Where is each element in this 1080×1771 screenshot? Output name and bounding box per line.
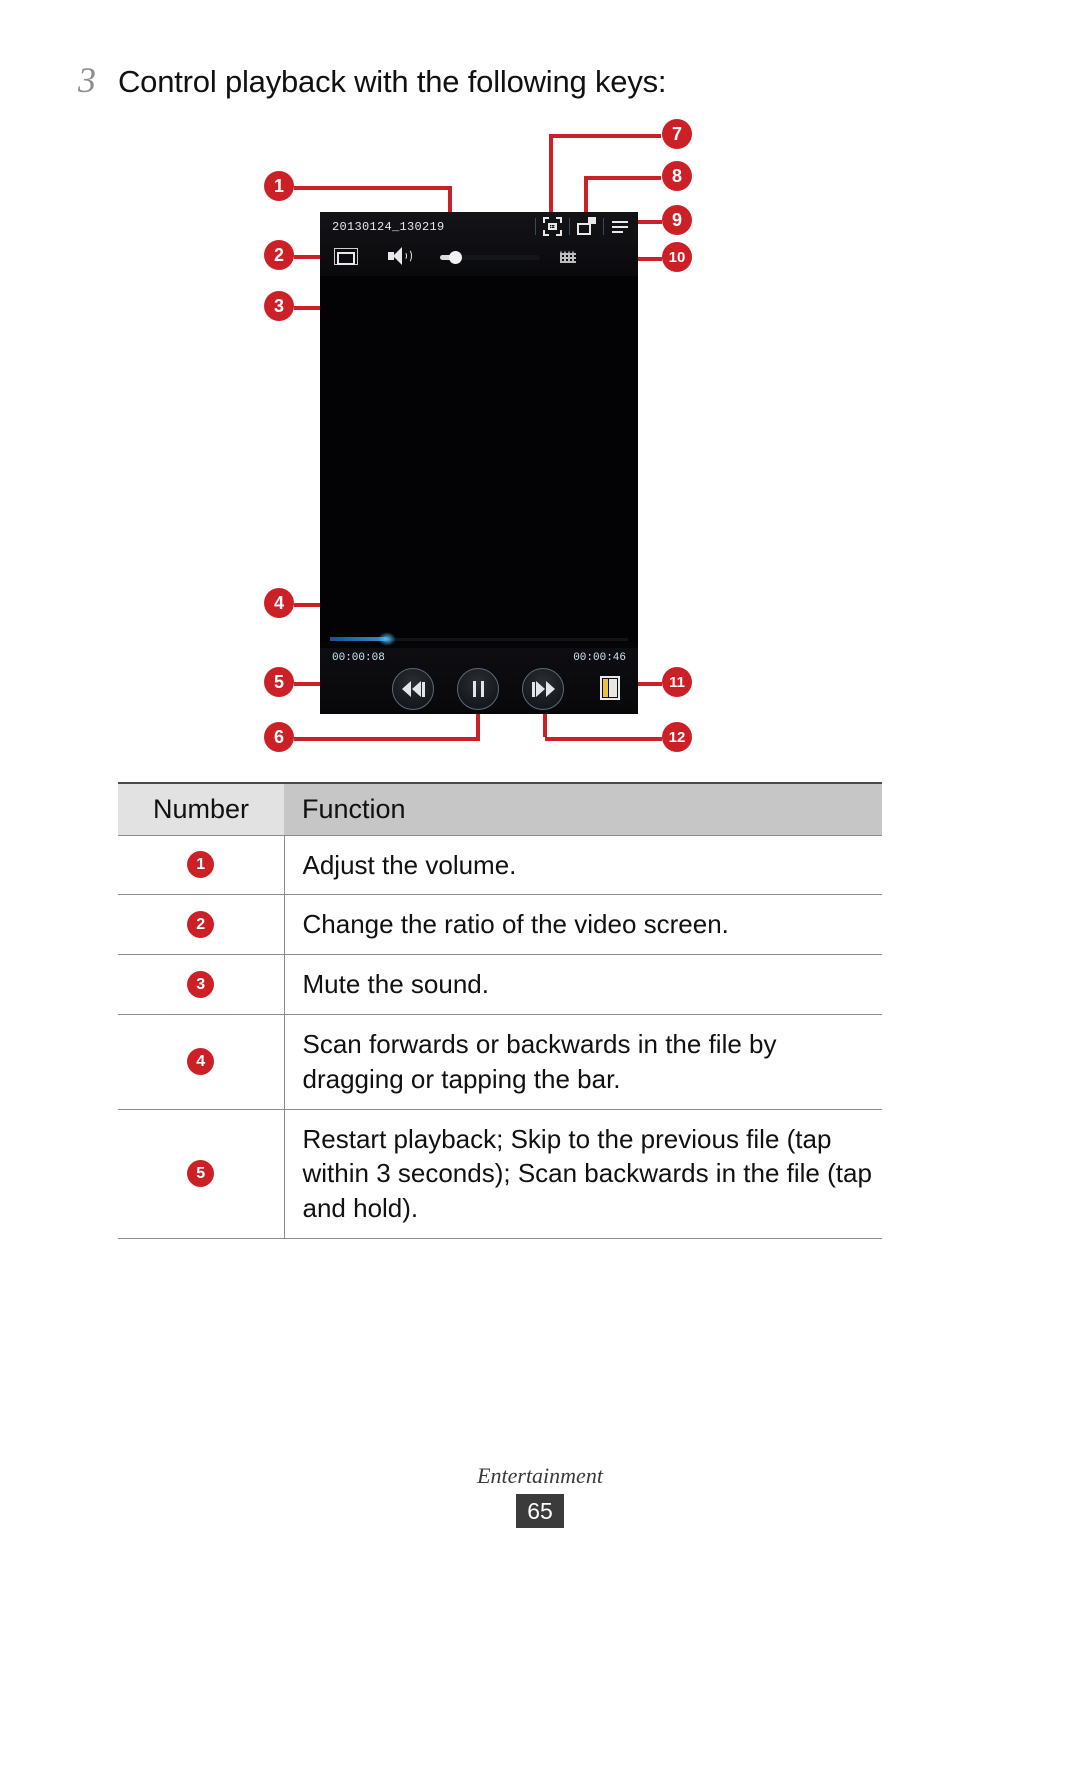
hamburger-menu-icon[interactable] — [611, 217, 630, 236]
callout-4: 4 — [264, 588, 294, 618]
row-callout-badge: 4 — [187, 1048, 215, 1076]
total-time-label: 00:00:46 — [573, 652, 626, 664]
transport-controls — [320, 668, 638, 714]
table-header-number: Number — [118, 782, 284, 836]
skip-next-icon — [531, 681, 555, 697]
row-callout-badge: 3 — [187, 971, 215, 999]
screen-ratio-icon[interactable] — [334, 248, 358, 265]
leader-line-6 — [294, 737, 480, 741]
step-instruction: Control playback with the following keys… — [118, 64, 667, 99]
skip-previous-icon — [401, 681, 425, 697]
row-function-cell: Mute the sound. — [284, 954, 882, 1015]
row-callout-badge: 5 — [187, 1160, 215, 1188]
manual-page: 3 Control playback with the following ke… — [0, 0, 1080, 1771]
player-volume-bar — [320, 242, 638, 276]
callout-5: 5 — [264, 667, 294, 697]
callout-9: 9 — [662, 205, 692, 235]
row-function-cell: Restart playback; Skip to the previous f… — [284, 1109, 882, 1240]
capture-frame-icon[interactable] — [543, 217, 562, 236]
table-row: 1 Adjust the volume. — [118, 835, 882, 896]
skip-next-button[interactable] — [522, 668, 564, 710]
divider — [603, 218, 604, 235]
row-number-cell: 5 — [118, 1109, 285, 1240]
callout-1: 1 — [264, 171, 294, 201]
volume-slider-knob[interactable] — [449, 251, 462, 264]
player-bottom-bar: 00:00:08 00:00:46 — [320, 648, 638, 714]
function-table: Number Function 1 Adjust the volume. 2 C… — [118, 782, 882, 1240]
player-top-icon-group — [528, 217, 630, 236]
bookmark-icon[interactable] — [600, 676, 620, 700]
table-row: 3 Mute the sound. — [118, 954, 882, 1015]
skip-previous-button[interactable] — [392, 668, 434, 710]
leader-line-12 — [545, 737, 662, 741]
callout-6: 6 — [264, 722, 294, 752]
volume-slider[interactable] — [440, 251, 540, 264]
table-row: 4 Scan forwards or backwards in the file… — [118, 1014, 882, 1110]
leader-line-8 — [586, 176, 661, 180]
video-surface[interactable] — [320, 276, 638, 642]
table-header-row: Number Function — [118, 782, 882, 836]
pause-icon — [472, 681, 484, 697]
callout-7: 7 — [662, 119, 692, 149]
row-number-cell: 4 — [118, 1014, 285, 1110]
leader-line-7 — [551, 134, 661, 138]
leader-line-1 — [294, 186, 452, 190]
video-file-title: 20130124_130219 — [332, 220, 445, 234]
footer-section-label: Entertainment — [477, 1463, 603, 1488]
leader-line-7b — [549, 134, 553, 220]
row-number-cell: 3 — [118, 954, 285, 1015]
table-row: 2 Change the ratio of the video screen. — [118, 894, 882, 956]
callout-11: 11 — [662, 667, 692, 697]
step-heading: 3 Control playback with the following ke… — [78, 60, 667, 100]
row-function-cell: Adjust the volume. — [284, 835, 882, 896]
step-number: 3 — [78, 60, 96, 100]
callout-8: 8 — [662, 161, 692, 191]
callout-3: 3 — [264, 291, 294, 321]
row-callout-badge: 2 — [187, 911, 215, 939]
row-function-cell: Change the ratio of the video screen. — [284, 894, 882, 956]
divider — [535, 218, 536, 235]
playback-progress-bar[interactable] — [320, 632, 638, 646]
equalizer-icon[interactable] — [560, 249, 576, 263]
row-function-cell: Scan forwards or backwards in the file b… — [284, 1014, 882, 1110]
progress-handle[interactable] — [378, 632, 396, 646]
row-callout-badge: 1 — [187, 851, 215, 879]
row-number-cell: 1 — [118, 835, 285, 896]
pause-button[interactable] — [457, 668, 499, 710]
current-time-label: 00:00:08 — [332, 652, 385, 664]
callout-10: 10 — [662, 242, 692, 272]
callout-2: 2 — [264, 240, 294, 270]
device-screenshot: 20130124_130219 00:00:08 00:00:46 — [320, 212, 638, 714]
table-header-function: Function — [284, 782, 882, 836]
callout-12: 12 — [662, 722, 692, 752]
page-number-badge: 65 — [516, 1494, 564, 1528]
popup-play-icon[interactable] — [577, 217, 596, 236]
table-row: 5 Restart playback; Skip to the previous… — [118, 1109, 882, 1240]
row-number-cell: 2 — [118, 894, 285, 956]
speaker-volume-icon[interactable] — [388, 247, 414, 266]
divider — [569, 218, 570, 235]
